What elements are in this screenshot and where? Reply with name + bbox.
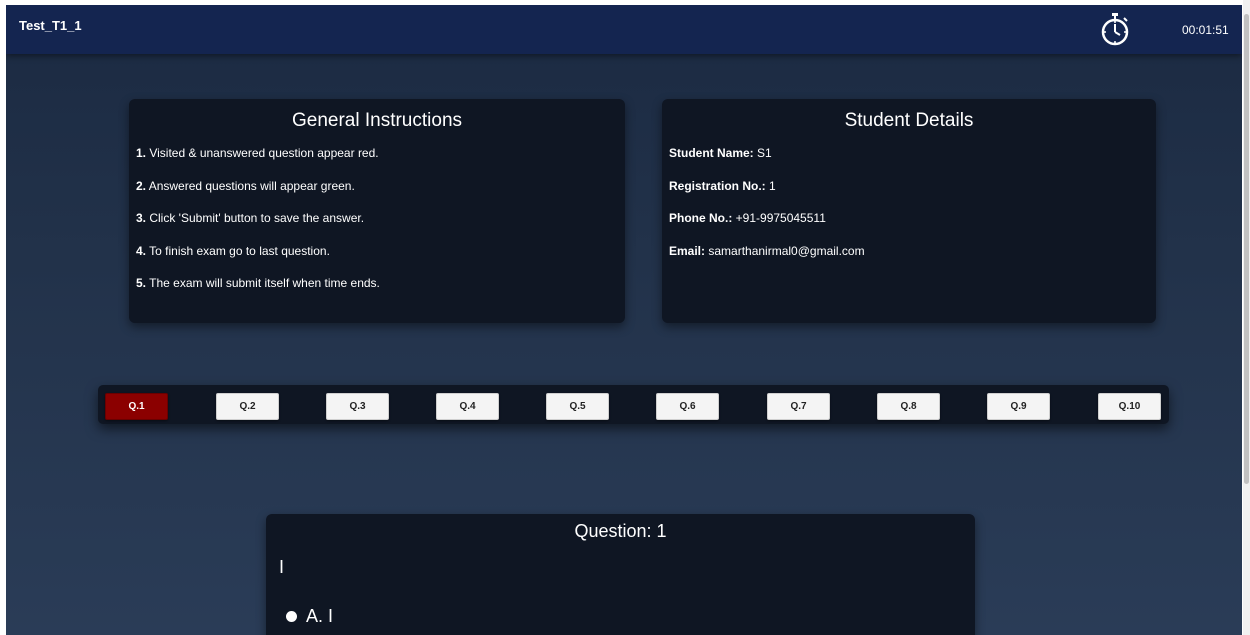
question-button-5[interactable]: Q.5 (546, 393, 609, 420)
question-button-10[interactable]: Q.10 (1098, 393, 1161, 420)
top-bar: Test_T1_1 00:01:51 (6, 5, 1242, 54)
instruction-text: Answered questions will appear green. (146, 178, 355, 193)
instruction-text: Visited & unanswered question appear red… (146, 146, 379, 160)
countdown-timer: 00:01:51 (1182, 23, 1229, 37)
instruction-item: 5. The exam will submit itself when time… (136, 276, 625, 309)
exam-window: Test_T1_1 00:01:51 General Instructions … (6, 5, 1242, 635)
question-button-6[interactable]: Q.6 (656, 393, 719, 420)
question-button-7[interactable]: Q.7 (767, 393, 830, 420)
email-field: Email: samarthanirmal0@gmail.com (669, 244, 1156, 277)
instruction-text: Click 'Submit' button to save the answer… (146, 211, 365, 225)
student-details-title: Student Details (844, 110, 974, 131)
instruction-number: 1. (136, 146, 147, 160)
question-button-2[interactable]: Q.2 (216, 393, 279, 420)
instruction-number: 4. (136, 243, 147, 258)
stopwatch-icon (1101, 13, 1129, 46)
question-button-1[interactable]: Q.1 (105, 393, 168, 420)
instruction-item: 3. Click 'Submit' button to save the ans… (136, 211, 625, 244)
phone-field: Phone No.: +91-9975045511 (669, 211, 1156, 244)
question-text: I (279, 557, 285, 577)
option-a[interactable]: A. I (286, 606, 333, 627)
instruction-number: 3. (136, 211, 147, 225)
student-details-panel: Student Details Student Name: S1 Registr… (662, 99, 1156, 323)
question-navigator: Q.1 Q.2 Q.3 Q.4 Q.5 Q.6 Q.7 Q.8 Q.9 Q.10 (98, 385, 1169, 424)
field-value: +91-9975045511 (732, 211, 826, 225)
radio-button-icon[interactable] (286, 611, 297, 622)
field-value: S1 (753, 146, 772, 160)
instruction-text: To finish exam go to last question. (146, 243, 330, 258)
field-label: Phone No.: (669, 211, 733, 225)
instruction-item: 2. Answered questions will appear green. (136, 179, 625, 212)
field-label: Student Name: (669, 146, 754, 160)
instruction-item: 4. To finish exam go to last question. (136, 244, 625, 277)
question-card: Question: 1 I A. I (266, 514, 975, 635)
field-value: samarthanirmal0@gmail.com (705, 243, 865, 258)
instruction-number: 5. (136, 276, 147, 290)
field-value: 1 (765, 178, 776, 193)
instruction-number: 2. (136, 178, 147, 193)
instructions-title: General Instructions (291, 110, 463, 131)
field-label: Registration No.: (669, 178, 766, 193)
test-title: Test_T1_1 (19, 18, 82, 33)
question-button-8[interactable]: Q.8 (877, 393, 940, 420)
question-button-9[interactable]: Q.9 (987, 393, 1050, 420)
registration-field: Registration No.: 1 (669, 179, 1156, 212)
scrollbar-thumb[interactable] (1244, 14, 1249, 484)
student-name-field: Student Name: S1 (669, 146, 1156, 179)
field-label: Email: (669, 243, 706, 258)
question-button-3[interactable]: Q.3 (326, 393, 389, 420)
question-button-4[interactable]: Q.4 (436, 393, 499, 420)
instruction-text: The exam will submit itself when time en… (146, 276, 380, 290)
general-instructions-panel: General Instructions 1. Visited & unansw… (129, 99, 625, 323)
instruction-item: 1. Visited & unanswered question appear … (136, 146, 625, 179)
page-scrollbar[interactable] (1243, 0, 1250, 635)
question-title: Question: 1 (574, 521, 667, 541)
option-label: A. I (306, 606, 334, 626)
